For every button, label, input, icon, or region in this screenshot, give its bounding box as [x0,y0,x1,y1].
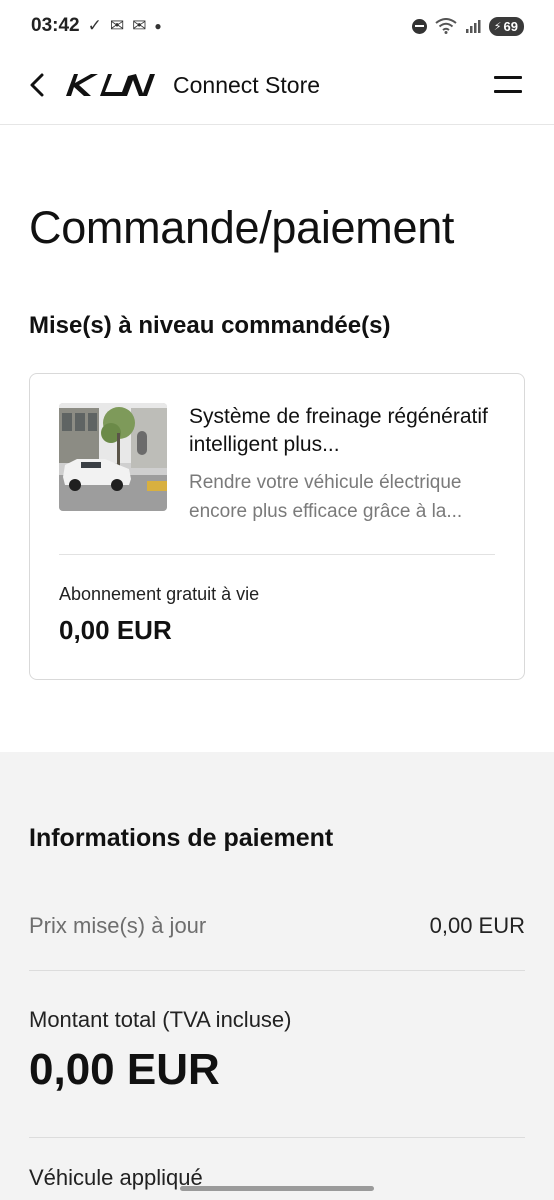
mail-icon: ✉ [132,16,147,35]
vehicle-label: Véhicule appliqué [29,1165,203,1190]
mail-icon: ✉ [109,16,125,35]
card-divider [59,554,495,555]
bolt-icon: ⚡ [493,20,502,33]
home-indicator[interactable] [180,1186,374,1191]
status-time: 03:42 [31,15,80,36]
item-price: 0,00 EUR [59,615,172,645]
dnd-icon [411,18,427,34]
product-image [59,403,167,511]
updates-price-value: 0,00 EUR [429,913,525,938]
wifi-icon [435,18,457,34]
status-bar: 03:42 ✓ ✉ ✉ ● ⚡ 69 [0,0,554,52]
status-right: ⚡ 69 [411,16,524,36]
status-left: 03:42 ✓ ✉ ✉ ● [31,15,162,37]
kia-logo[interactable] [64,72,156,98]
subscription-label: Abonnement gratuit à vie [59,584,260,604]
battery-level: 69 [503,18,518,34]
chevron-left-icon [30,73,44,97]
item-title[interactable]: Système de freinage régénératif intellig… [189,403,519,459]
check-icon: ✓ [87,16,102,35]
order-item-card: Système de freinage régénératif intellig… [29,373,525,680]
total-value: 0,00 EUR [29,1045,220,1094]
menu-icon [494,76,522,79]
page-title: Commande/paiement [29,202,455,253]
battery-icon: ⚡ 69 [488,16,524,36]
total-label: Montant total (TVA incluse) [29,1007,292,1032]
divider [29,1137,525,1138]
section-title: Mise(s) à niveau commandée(s) [29,312,391,339]
menu-icon [494,90,522,93]
store-title: Connect Store [173,72,321,98]
payment-section: Informations de paiement Prix mise(s) à … [0,752,554,1200]
updates-price-label: Prix mise(s) à jour [29,913,207,938]
signal-icon [465,18,481,34]
payment-title: Informations de paiement [29,824,334,852]
divider [29,970,525,971]
app-header: Connect Store [0,52,554,125]
back-button[interactable] [26,70,50,100]
item-description: Rendre votre véhicule électrique encore … [189,472,463,522]
menu-button[interactable] [494,75,522,95]
dot-icon: ● [154,19,162,33]
